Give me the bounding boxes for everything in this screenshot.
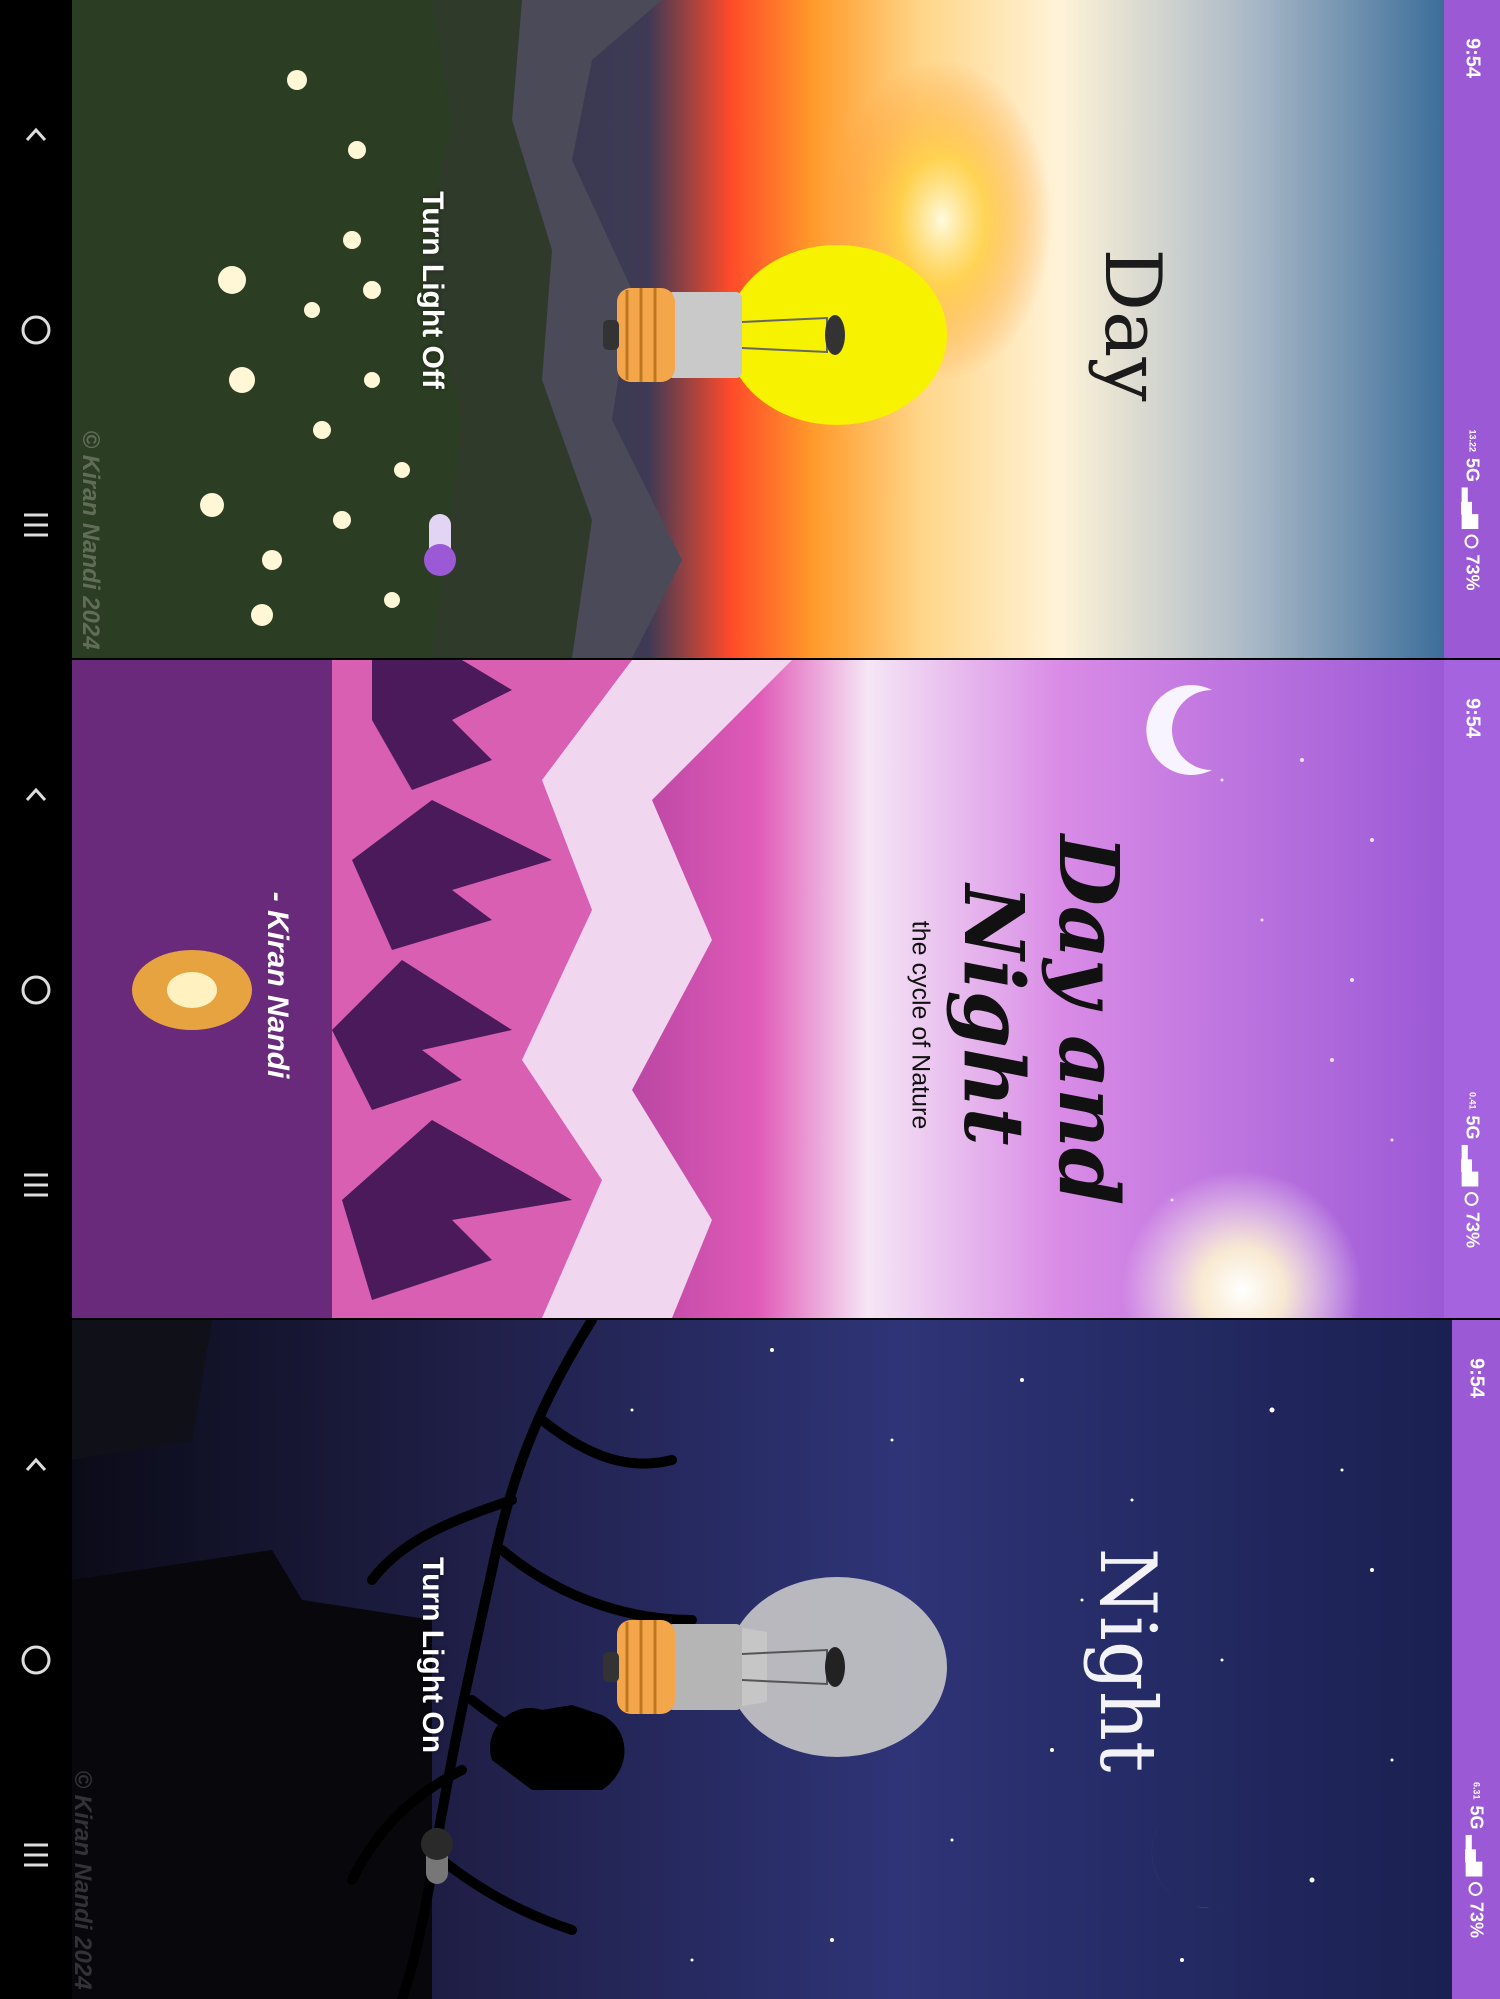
- day-scene: Day Turn Light Off © Kiran Nandi 2024: [72, 0, 1444, 658]
- navigation-bar: [0, 660, 72, 1318]
- battery-icon: [1465, 1191, 1479, 1206]
- status-network-type: 5G: [1462, 458, 1483, 483]
- app-title-line2: Night: [944, 884, 1041, 1146]
- signal-bars-icon: ▂▄▆: [1466, 1835, 1487, 1876]
- status-time: 9:54: [1465, 1357, 1488, 1399]
- lit-bulb-icon[interactable]: [597, 240, 947, 430]
- status-network-type: 5G: [1466, 1805, 1487, 1830]
- light-toggle-switch[interactable]: [421, 514, 459, 580]
- status-bar: 9:54 0.41 5G ▂▄▆ 73%: [1444, 660, 1500, 1318]
- status-battery: 73%: [1462, 1211, 1483, 1249]
- status-net-speed: 6.31: [1471, 1781, 1482, 1800]
- day-title: Day: [1087, 248, 1177, 402]
- status-network-type: 5G: [1462, 1115, 1483, 1140]
- signal-bars-icon: ▂▄▆: [1462, 1145, 1483, 1186]
- toggle-thumb: [424, 544, 456, 576]
- status-battery: 73%: [1466, 1901, 1487, 1939]
- back-chevron-icon[interactable]: [0, 95, 72, 175]
- recents-lines-icon[interactable]: [0, 485, 72, 565]
- battery-icon: [1465, 534, 1479, 549]
- status-icons: 13.22 5G ▂▄▆ 73%: [1462, 429, 1483, 590]
- turn-light-off-label: Turn Light Off: [416, 191, 449, 389]
- status-bar: 9:54 6.31 5G ▂▄▆ 73%: [1452, 1320, 1500, 1999]
- battery-icon: [1469, 1881, 1483, 1896]
- app-title-line1: Day and: [1039, 834, 1136, 1206]
- splash-scene: Day and Night the cycle of Nature - Kira…: [72, 660, 1444, 1318]
- toggle-thumb: [421, 1828, 453, 1860]
- recents-lines-icon[interactable]: [0, 1145, 72, 1225]
- day-screen: Day Turn Light Off © Kiran Nandi 2024 9:…: [0, 0, 1500, 658]
- status-icons: 0.41 5G ▂▄▆ 73%: [1462, 1092, 1483, 1248]
- home-circle-icon[interactable]: [0, 950, 72, 1030]
- navigation-bar: [0, 0, 72, 658]
- status-net-speed: 0.41: [1467, 1091, 1478, 1110]
- app-subtitle: the cycle of Nature: [906, 920, 935, 1130]
- night-title: Night: [1082, 1547, 1172, 1773]
- status-time: 9:54: [1461, 37, 1484, 79]
- watermark: © Kiran Nandi 2024: [72, 1770, 96, 1990]
- unlit-bulb-icon[interactable]: [597, 1572, 947, 1762]
- signal-bars-icon: ▂▄▆: [1462, 488, 1483, 529]
- author-credit: - Kiran Nandi: [261, 891, 294, 1079]
- back-chevron-icon[interactable]: [0, 755, 72, 835]
- back-chevron-icon[interactable]: [0, 1425, 72, 1505]
- navigation-bar: [0, 1320, 72, 1999]
- watermark: © Kiran Nandi 2024: [77, 430, 104, 650]
- status-battery: 73%: [1462, 554, 1483, 591]
- recents-lines-icon[interactable]: [0, 1815, 72, 1895]
- light-toggle-switch[interactable]: [418, 1828, 456, 1894]
- turn-light-on-label: Turn Light On: [416, 1556, 449, 1754]
- status-time: 9:54: [1461, 697, 1484, 739]
- status-icons: 6.31 5G ▂▄▆ 73%: [1466, 1782, 1487, 1938]
- home-circle-icon[interactable]: [0, 290, 72, 370]
- splash-screen: Day and Night the cycle of Nature - Kira…: [0, 660, 1500, 1318]
- status-net-speed: 13.22: [1467, 429, 1478, 453]
- night-screen: Night Turn Light On © Kiran Nandi 2024 9…: [0, 1320, 1500, 1999]
- status-bar: 9:54 13.22 5G ▂▄▆ 73%: [1444, 0, 1500, 658]
- night-scene: Night Turn Light On © Kiran Nandi 2024: [72, 1320, 1452, 1999]
- home-circle-icon[interactable]: [0, 1620, 72, 1700]
